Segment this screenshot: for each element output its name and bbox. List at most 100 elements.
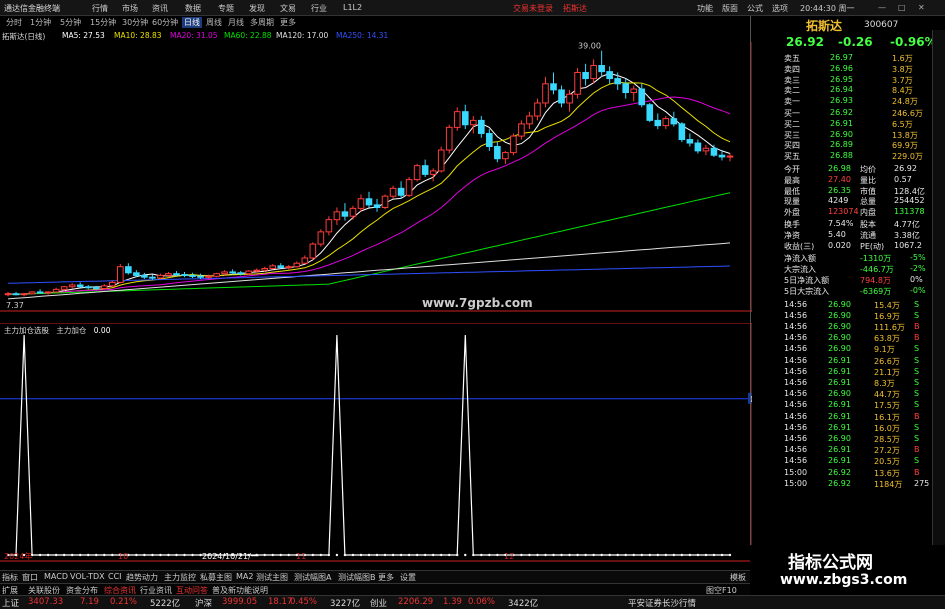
candle	[108, 280, 116, 287]
flow-value: 794.8万	[860, 276, 891, 285]
tick-row: 14:56 26.91 21.1万 S	[782, 367, 932, 377]
indicator-tab-bar: 指标 窗口 MACD VOL-TDX CCI 趋势动力 主力监控 私募主图 MA…	[0, 570, 750, 583]
candle	[325, 216, 333, 236]
bid-row: 买一 26.92 246.6万	[782, 108, 932, 118]
menu-item-market[interactable]: 市场	[122, 3, 138, 14]
tick-side: B	[914, 467, 920, 477]
candle	[710, 144, 718, 157]
tab-main-monitor[interactable]: 主力监控	[164, 572, 196, 583]
ask-volume: 3.8万	[892, 64, 913, 74]
chart-watermark: www.7gpzb.com	[422, 296, 533, 310]
stat-row: 最高 27.40 量比 0.57	[782, 175, 932, 185]
menu-item-formula[interactable]: 公式	[747, 3, 763, 14]
menu-item-wenyi[interactable]: 文易	[280, 3, 296, 14]
candle-body	[189, 274, 196, 277]
ma250-legend: MA250: 14.31	[336, 31, 389, 40]
tick-time: 14:56	[784, 355, 808, 365]
minimize-icon[interactable]: —	[878, 3, 886, 12]
close-icon[interactable]: ✕	[918, 3, 925, 12]
tick-volume: 13.6万	[874, 468, 900, 478]
period-monthly[interactable]: 月线	[228, 17, 244, 28]
menu-item-l1l2[interactable]: L1L2	[343, 3, 362, 12]
login-notice[interactable]: 交易未登录	[513, 3, 553, 14]
candle	[100, 284, 108, 290]
quote-header: 拓斯达 300607	[782, 17, 927, 33]
tab-private-main[interactable]: 私募主图	[200, 572, 232, 583]
period-multi[interactable]: 多周期	[250, 17, 274, 28]
tick-volume: 26.6万	[874, 356, 900, 366]
menu-item-news[interactable]: 资讯	[152, 3, 168, 14]
candle	[157, 273, 164, 279]
candle	[181, 271, 188, 278]
candle	[461, 104, 469, 130]
tick-price: 26.91	[828, 422, 851, 432]
candle	[526, 111, 533, 130]
candle-body	[213, 273, 220, 277]
tick-row: 14:56 26.90 28.5万 S	[782, 434, 932, 444]
tab-test-a[interactable]: 测试幅图A	[294, 572, 331, 583]
tab-vol-tdx[interactable]: VOL-TDX	[70, 572, 105, 581]
tab-ma2[interactable]: MA2	[236, 572, 253, 581]
candle	[68, 283, 76, 289]
menu-item-layout[interactable]: 版面	[722, 3, 738, 14]
ask-volume: 24.8万	[892, 97, 918, 107]
candle-body	[117, 266, 124, 283]
candle-body	[453, 111, 461, 128]
bid-row: 买四 26.89 69.9万	[782, 140, 932, 150]
index-status-bar: 上证 3407.33 7.19 0.21% 5222亿 沪深 3999.05 1…	[0, 595, 945, 609]
candle-body	[558, 89, 565, 104]
period-15min[interactable]: 15分钟	[90, 17, 116, 28]
tab-more[interactable]: 更多	[378, 572, 394, 583]
tab-test-main[interactable]: 测试主图	[256, 572, 288, 583]
indicator-chart[interactable]: 1.000.900.800.700.600.500.400.300.200.10…	[0, 323, 752, 563]
tab-macd[interactable]: MACD	[44, 572, 68, 581]
candle	[550, 72, 557, 95]
candlestick-chart[interactable]: 35.0032.5030.0027.5025.0022.5020.0017.50…	[0, 42, 752, 312]
flow-value: -1310万	[860, 254, 892, 264]
candle-body	[373, 204, 381, 208]
period-30min[interactable]: 30分钟	[122, 17, 148, 28]
tab-template[interactable]: 模板	[730, 572, 746, 583]
period-more[interactable]: 更多	[280, 17, 296, 28]
tick-time: 14:56	[784, 344, 808, 354]
tab-cci[interactable]: CCI	[108, 572, 122, 581]
period-toolbar: 分时 1分钟 5分钟 15分钟 30分钟 60分钟 日线 周线 月线 多周期 更…	[0, 16, 750, 29]
period-60min[interactable]: 60分钟	[152, 17, 178, 28]
period-intraday[interactable]: 分时	[6, 17, 22, 28]
menu-item-data[interactable]: 数据	[185, 3, 201, 14]
flow-row: 大宗流入 -446.7万 -2%	[782, 264, 932, 274]
period-1min[interactable]: 1分钟	[30, 17, 51, 28]
tab-trend[interactable]: 趋势动力	[126, 572, 158, 583]
menu-item-industry[interactable]: 行业	[311, 3, 327, 14]
candle-body	[486, 132, 493, 148]
period-daily[interactable]: 日线	[182, 17, 202, 28]
period-5min[interactable]: 5分钟	[60, 17, 81, 28]
menu-item-topics[interactable]: 专题	[218, 3, 234, 14]
stat-label: 净资	[784, 230, 800, 240]
tab-indicator[interactable]: 指标	[2, 572, 18, 583]
tab-window[interactable]: 窗口	[22, 572, 38, 583]
tick-volume: 111.6万	[874, 323, 905, 332]
ma5-legend: MA5: 27.53	[62, 31, 105, 40]
candle	[630, 85, 638, 102]
maximize-icon[interactable]: □	[898, 3, 906, 12]
candle-body	[638, 88, 646, 106]
x-label: 2024年	[4, 551, 32, 561]
menu-item-quote[interactable]: 行情	[92, 3, 108, 14]
tab-test-b[interactable]: 测试幅图B	[338, 572, 376, 583]
tick-volume: 17.5万	[874, 401, 900, 411]
menu-item-function[interactable]: 功能	[697, 3, 713, 14]
tick-side: S	[914, 456, 920, 466]
tick-time: 14:56	[784, 366, 808, 376]
candle-body	[237, 272, 244, 275]
stat-label: 换手	[784, 220, 800, 229]
tick-price: 26.91	[828, 445, 851, 455]
tick-time: 14:56	[784, 378, 808, 387]
menu-item-discover[interactable]: 发现	[249, 3, 265, 14]
menu-item-options[interactable]: 选项	[772, 3, 788, 14]
period-weekly[interactable]: 周线	[206, 17, 222, 28]
flow-label: 5日净流入额	[784, 276, 830, 285]
candle	[694, 139, 702, 154]
tab-settings[interactable]: 设置	[400, 572, 416, 583]
candle-body	[397, 187, 405, 196]
